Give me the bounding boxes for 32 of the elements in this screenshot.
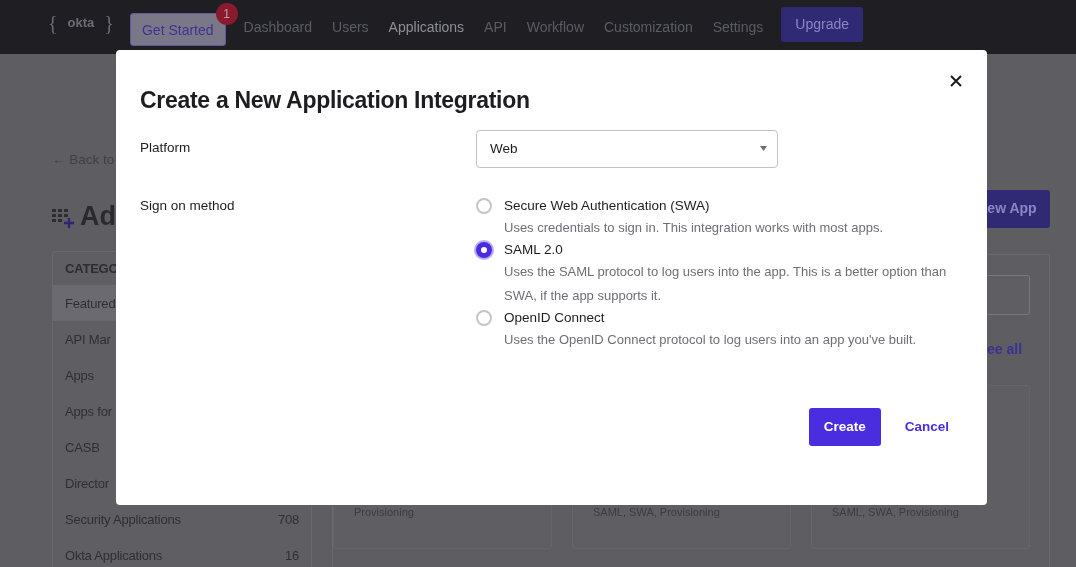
caret-icon bbox=[760, 146, 767, 152]
field-label: Sign on method bbox=[140, 196, 236, 215]
notification-badge: 1 bbox=[215, 3, 238, 26]
nav-link[interactable]: API bbox=[474, 16, 517, 38]
option-label: SAML 2.0 bbox=[504, 240, 564, 259]
upgrade-button[interactable]: Upgrade bbox=[781, 6, 863, 42]
radio-button[interactable] bbox=[476, 197, 492, 214]
close-button[interactable] bbox=[949, 74, 963, 88]
nav-link[interactable]: Workflow bbox=[516, 16, 594, 38]
radio-button[interactable] bbox=[476, 309, 492, 326]
create-button[interactable]: Create bbox=[808, 407, 881, 446]
cancel-button[interactable]: Cancel bbox=[904, 416, 949, 437]
option-description: Uses the SAML protocol to log users into the app. This is a better option than SWA, if the app supports it. bbox=[504, 262, 948, 305]
field-label: Platform bbox=[140, 138, 192, 157]
logo-brace: } bbox=[104, 11, 114, 36]
option-label: Secure Web Authentication (SWA) bbox=[504, 196, 711, 215]
logo-brace: { bbox=[48, 11, 58, 36]
get-started-button[interactable]: Get Started bbox=[129, 13, 226, 46]
dialog-title: Create a New Application Integration bbox=[140, 86, 531, 115]
search-field[interactable] bbox=[985, 275, 1030, 315]
nav-link[interactable]: Customization bbox=[594, 16, 703, 38]
option-label: OpenID Connect bbox=[504, 308, 606, 327]
option-description: Uses the OpenID Connect protocol to log users into an app you've built. bbox=[504, 330, 918, 349]
category-label: Featured bbox=[65, 294, 116, 313]
platform-select[interactable]: Web bbox=[476, 129, 778, 168]
radio-button[interactable] bbox=[476, 241, 492, 258]
nav-link[interactable]: Settings bbox=[702, 16, 774, 38]
add-app-button[interactable]: ew App bbox=[986, 190, 1050, 228]
nav-link[interactable]: Applications bbox=[378, 16, 475, 38]
logo-text: okta bbox=[67, 14, 95, 33]
nav-link[interactable]: Users bbox=[322, 16, 379, 38]
option-description: Uses credentials to sign in. This integration works with most apps. bbox=[504, 218, 885, 237]
